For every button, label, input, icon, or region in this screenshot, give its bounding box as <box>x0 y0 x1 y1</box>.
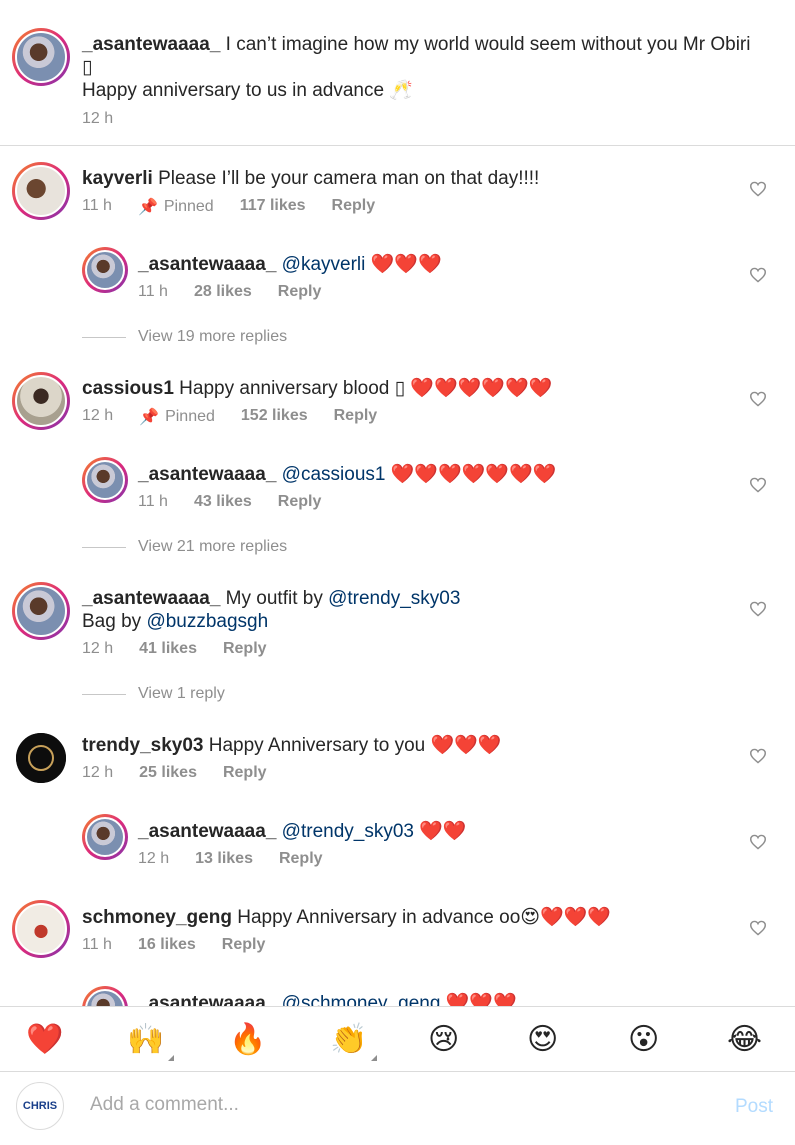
glyph: ▯ <box>394 378 411 399</box>
likes-count[interactable]: 25 likes <box>139 764 197 782</box>
pinned-label: 📌 Pinned <box>139 408 215 426</box>
reply-button[interactable]: Reply <box>334 407 378 427</box>
crying-face-emoji-icon[interactable]: 😢 <box>428 1023 459 1057</box>
avatar[interactable] <box>12 372 70 430</box>
reply-meta: 11 h 28 likes Reply <box>138 283 322 301</box>
comment-text: kayverli Please I’ll be your camera man … <box>82 168 540 189</box>
reply-button[interactable]: Reply <box>223 764 267 782</box>
laughing-face-emoji-icon[interactable]: 😂 <box>727 1023 762 1057</box>
view-more-replies[interactable]: View 1 reply <box>82 685 225 703</box>
comment-text: cassious1 Happy anniversary blood ▯ ❤️❤️… <box>82 378 553 399</box>
add-comment-bar: CHRIS Post <box>0 1072 795 1145</box>
reply-button[interactable]: Reply <box>222 936 266 954</box>
like-heart-icon[interactable] <box>749 834 767 850</box>
avatar[interactable] <box>12 900 70 958</box>
reply-button[interactable]: Reply <box>332 197 376 217</box>
reply-meta: 11 h 43 likes Reply <box>138 493 322 511</box>
avatar[interactable] <box>82 814 128 860</box>
fire-emoji-icon[interactable]: 🔥 <box>229 1023 266 1057</box>
reply-text: _asantewaaaa_ @kayverli ❤️❤️❤️ <box>138 254 442 275</box>
comment-username[interactable]: cassious1 <box>82 378 174 399</box>
raising-hands-emoji-icon[interactable]: 🙌 <box>127 1023 175 1061</box>
reply-text: _asantewaaaa_ @trendy_sky03 ❤️❤️ <box>138 821 467 842</box>
clapping-hands-emoji-icon[interactable]: 👏 <box>330 1023 378 1061</box>
likes-count[interactable]: 28 likes <box>194 283 252 301</box>
comment-meta: 11 h 16 likes Reply <box>82 936 266 954</box>
comment-username[interactable]: schmoney_geng <box>82 907 232 928</box>
likes-count[interactable]: 41 likes <box>139 640 197 658</box>
mention-link[interactable]: @kayverli <box>282 254 366 275</box>
likes-count[interactable]: 13 likes <box>195 850 253 868</box>
reply-text: _asantewaaaa_ @schmoney_geng ❤️❤️❤️ <box>138 993 517 1006</box>
reply-button[interactable]: Reply <box>223 640 267 658</box>
comment-username[interactable]: kayverli <box>82 168 153 189</box>
heart-eyes-emoji-icon[interactable]: 😍 <box>527 1023 558 1057</box>
comment-username[interactable]: _asantewaaaa_ <box>82 588 220 609</box>
comment-text: _asantewaaaa_ My outfit by @trendy_sky03 <box>82 588 461 609</box>
view-more-replies[interactable]: View 21 more replies <box>82 538 287 556</box>
likes-count[interactable]: 117 likes <box>240 197 306 217</box>
avatar[interactable] <box>12 582 70 640</box>
caption-username[interactable]: _asantewaaaa_ <box>82 34 220 55</box>
caption-time: 12 h <box>82 110 114 127</box>
likes-count[interactable]: 16 likes <box>138 936 196 954</box>
like-heart-icon[interactable] <box>749 601 767 617</box>
comment-meta: 11 h 📌 Pinned 117 likes Reply <box>82 197 376 217</box>
likes-count[interactable]: 43 likes <box>194 493 252 511</box>
avatar[interactable] <box>12 28 70 86</box>
post-caption: _asantewaaaa_ I can’t imagine how my wor… <box>0 0 795 146</box>
my-avatar[interactable]: CHRIS <box>16 1082 64 1130</box>
like-heart-icon[interactable] <box>749 920 767 936</box>
comment-meta: 12 h 📌 Pinned 152 likes Reply <box>82 407 378 427</box>
red-heart-emoji-icon[interactable]: ❤️ <box>26 1023 63 1057</box>
like-heart-icon[interactable] <box>749 267 767 283</box>
avatar[interactable] <box>82 986 128 1006</box>
mention-link[interactable]: @buzzbagsgh <box>146 611 268 632</box>
mention-link[interactable]: @cassious1 <box>282 464 386 485</box>
emoji-reaction-bar: ❤️ 🙌 🔥 👏 😢 😍 😮 😂 <box>0 1006 795 1072</box>
reply-username[interactable]: _asantewaaaa_ <box>138 821 276 842</box>
like-heart-icon[interactable] <box>749 391 767 407</box>
post-button[interactable]: Post <box>735 1096 773 1118</box>
avatar[interactable] <box>16 733 66 783</box>
view-more-replies[interactable]: View 19 more replies <box>82 328 287 346</box>
like-heart-icon[interactable] <box>749 181 767 197</box>
reply-item-partial: _asantewaaaa_ @schmoney_geng ❤️❤️❤️ <box>0 985 795 1006</box>
reply-button[interactable]: Reply <box>279 850 323 868</box>
mention-link[interactable]: @trendy_sky03 <box>282 821 414 842</box>
reply-username[interactable]: _asantewaaaa_ <box>138 464 276 485</box>
reply-button[interactable]: Reply <box>278 283 322 301</box>
reply-button[interactable]: Reply <box>278 493 322 511</box>
mention-link[interactable]: @trendy_sky03 <box>328 588 460 609</box>
caption-text-line: Happy anniversary to us in advance 🥂 <box>82 80 413 101</box>
comment-username[interactable]: trendy_sky03 <box>82 735 203 756</box>
pin-icon: 📌 <box>137 199 158 216</box>
caption-text: _asantewaaaa_ I can’t imagine how my wor… <box>82 34 751 55</box>
pin-icon: 📌 <box>139 409 160 426</box>
comment-text: trendy_sky03 Happy Anniversary to you ❤️… <box>82 735 502 756</box>
comment-meta: 12 h 41 likes Reply <box>82 640 267 658</box>
comment-text-line: Bag by @buzzbagsgh <box>82 611 269 632</box>
caption-glyph: ▯ <box>82 57 93 78</box>
comment-text: schmoney_geng Happy Anniversary in advan… <box>82 907 612 928</box>
comment-meta: 12 h 25 likes Reply <box>82 764 267 782</box>
reply-text: _asantewaaaa_ @cassious1 ❤️❤️❤️❤️❤️❤️❤️ <box>138 464 557 485</box>
avatar[interactable] <box>12 162 70 220</box>
reply-username[interactable]: _asantewaaaa_ <box>138 254 276 275</box>
avatar[interactable] <box>82 457 128 503</box>
comment-input[interactable] <box>90 1094 690 1116</box>
like-heart-icon[interactable] <box>749 748 767 764</box>
pinned-label: 📌 Pinned <box>137 198 214 216</box>
like-heart-icon[interactable] <box>749 477 767 493</box>
avatar[interactable] <box>82 247 128 293</box>
likes-count[interactable]: 152 likes <box>241 407 308 427</box>
surprised-face-emoji-icon[interactable]: 😮 <box>628 1023 659 1057</box>
reply-meta: 12 h 13 likes Reply <box>138 850 323 868</box>
